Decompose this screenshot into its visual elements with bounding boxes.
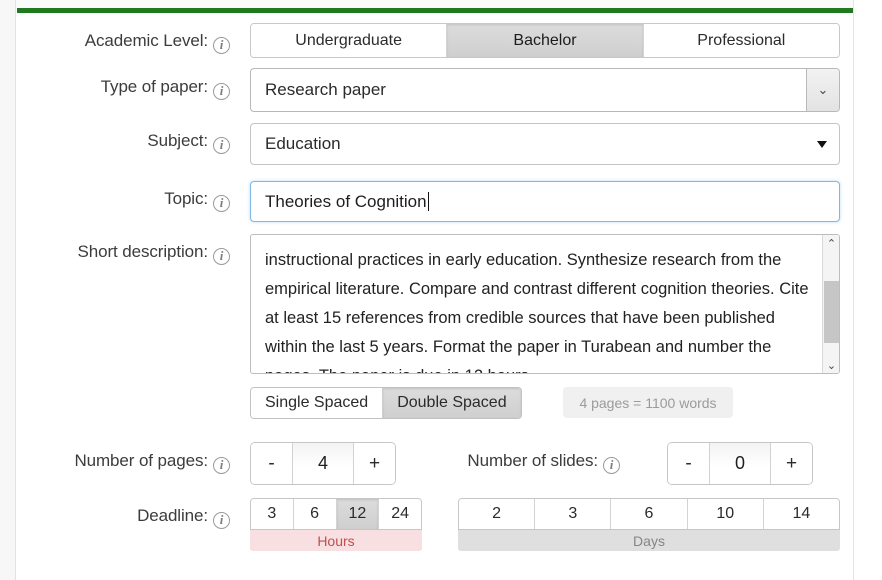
chevron-down-icon[interactable]: ⌄: [806, 69, 839, 111]
deadline-days-option-14[interactable]: 14: [763, 499, 839, 529]
info-icon[interactable]: i: [213, 195, 230, 212]
deadline-label: Deadline: i: [40, 506, 230, 529]
info-icon[interactable]: i: [213, 137, 230, 154]
number-of-pages-stepper[interactable]: - 4 +: [250, 442, 396, 485]
slides-value[interactable]: 0: [709, 443, 771, 484]
short-description-textarea[interactable]: instructional practices in early educati…: [250, 234, 840, 374]
info-icon[interactable]: i: [213, 248, 230, 265]
number-of-slides-label: Number of slides: i: [430, 451, 620, 474]
type-of-paper-select[interactable]: Research paper ⌄: [250, 68, 840, 112]
type-of-paper-value: Research paper: [265, 80, 386, 99]
academic-level-option-bachelor[interactable]: Bachelor: [447, 24, 644, 57]
deadline-hours-cells[interactable]: 3 6 12 24: [250, 498, 422, 530]
left-gutter: [0, 0, 15, 580]
deadline-days-unit-label: Days: [458, 530, 840, 551]
deadline-hours-option-6[interactable]: 6: [293, 499, 337, 529]
academic-level-label-text: Academic Level:: [84, 31, 208, 50]
pages-decrement-button[interactable]: -: [251, 443, 292, 484]
type-of-paper-label-text: Type of paper:: [100, 77, 208, 96]
deadline-hours-group[interactable]: 3 6 12 24 Hours: [250, 498, 422, 551]
deadline-days-option-10[interactable]: 10: [687, 499, 764, 529]
deadline-hours-option-3[interactable]: 3: [251, 499, 294, 529]
academic-level-option-undergraduate[interactable]: Undergraduate: [251, 24, 448, 57]
number-of-slides-label-text: Number of slides:: [467, 451, 598, 470]
subject-value: Education: [265, 134, 341, 153]
info-icon[interactable]: i: [213, 83, 230, 100]
deadline-days-group[interactable]: 2 3 6 10 14 Days: [458, 498, 840, 551]
deadline-days-option-3[interactable]: 3: [535, 499, 612, 529]
spacing-option-double[interactable]: Double Spaced: [383, 388, 521, 418]
deadline-hours-option-24[interactable]: 24: [379, 499, 421, 529]
scroll-up-icon[interactable]: ⌃: [823, 235, 839, 251]
subject-label: Subject: i: [40, 131, 230, 154]
number-of-pages-label-text: Number of pages:: [74, 451, 208, 470]
pages-increment-button[interactable]: +: [354, 443, 395, 484]
short-description-label: Short description: i: [40, 242, 230, 265]
academic-level-segmented-control[interactable]: Undergraduate Bachelor Professional: [250, 23, 840, 58]
topic-input[interactable]: Theories of Cognition: [250, 181, 840, 222]
slides-increment-button[interactable]: +: [771, 443, 812, 484]
deadline-days-option-6[interactable]: 6: [611, 499, 688, 529]
info-icon[interactable]: i: [603, 457, 620, 474]
brand-accent-bar: [17, 8, 853, 13]
short-description-text: instructional practices in early educati…: [265, 251, 809, 373]
academic-level-option-professional[interactable]: Professional: [643, 24, 839, 57]
deadline-days-cells[interactable]: 2 3 6 10 14: [458, 498, 840, 530]
academic-level-label: Academic Level: i: [40, 31, 230, 54]
info-icon[interactable]: i: [213, 457, 230, 474]
caret-down-icon[interactable]: [817, 140, 827, 148]
text-cursor: [427, 192, 429, 211]
topic-label: Topic: i: [40, 189, 230, 212]
scroll-down-icon[interactable]: ⌄: [823, 357, 839, 373]
info-icon[interactable]: i: [213, 37, 230, 54]
pages-value[interactable]: 4: [292, 443, 354, 484]
topic-label-text: Topic:: [164, 189, 208, 208]
spacing-option-single[interactable]: Single Spaced: [251, 388, 384, 418]
type-of-paper-label: Type of paper: i: [40, 77, 230, 100]
panel-top-strip: [16, 0, 853, 8]
textarea-scrollbar[interactable]: ⌃ ⌄: [822, 235, 839, 373]
number-of-pages-label: Number of pages: i: [40, 451, 230, 474]
number-of-slides-stepper[interactable]: - 0 +: [667, 442, 813, 485]
order-form-page: Academic Level: i Undergraduate Bachelor …: [0, 0, 882, 580]
deadline-hours-unit-label: Hours: [250, 530, 422, 551]
subject-select[interactable]: Education: [250, 123, 840, 165]
word-count-badge: 4 pages = 1100 words: [563, 387, 733, 418]
spacing-segmented-control[interactable]: Single Spaced Double Spaced: [250, 387, 522, 419]
panel-right-border: [853, 0, 854, 580]
topic-input-value: Theories of Cognition: [265, 191, 427, 211]
deadline-days-option-2[interactable]: 2: [459, 499, 536, 529]
short-description-label-text: Short description:: [77, 242, 209, 261]
deadline-label-text: Deadline:: [137, 506, 208, 525]
panel-left-border: [15, 0, 16, 580]
info-icon[interactable]: i: [213, 512, 230, 529]
subject-label-text: Subject:: [147, 131, 208, 150]
deadline-hours-option-12[interactable]: 12: [336, 499, 380, 529]
scrollbar-thumb[interactable]: [824, 281, 839, 343]
slides-decrement-button[interactable]: -: [668, 443, 709, 484]
